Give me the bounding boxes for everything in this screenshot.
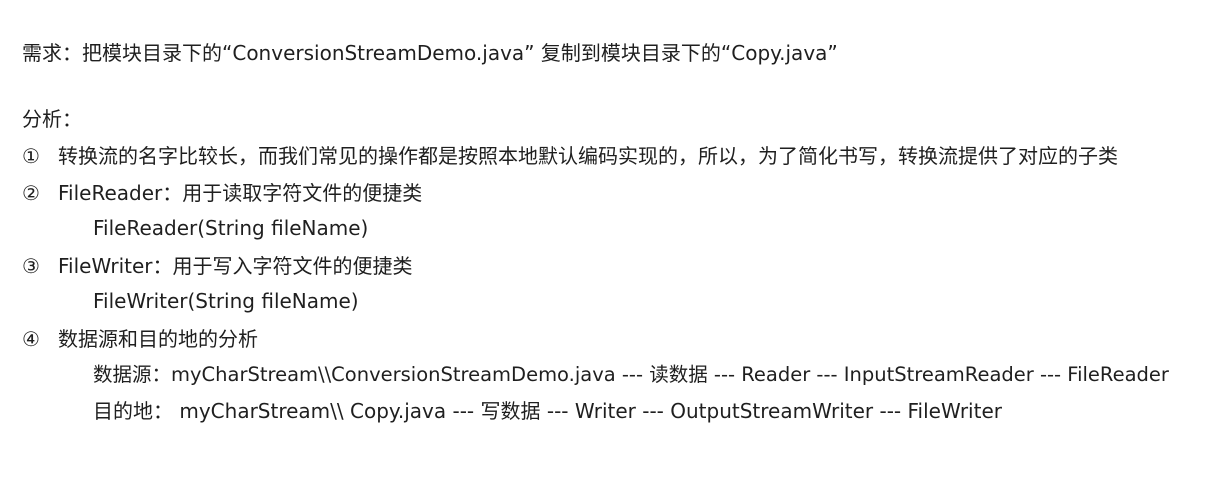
item-detail: FileWriter(String fileName)	[93, 289, 359, 313]
item-marker: ①	[22, 144, 40, 168]
analysis-item-3: ③ FileWriter：用于写入字符文件的便捷类	[22, 253, 413, 279]
analysis-item-1: ① 转换流的名字比较长，而我们常见的操作都是按照本地默认编码实现的，所以，为了简化…	[22, 143, 1118, 169]
document-page: 需求：把模块目录下的“ConversionStreamDemo.java” 复制…	[0, 0, 1231, 490]
analysis-item-4: ④ 数据源和目的地的分析	[22, 326, 258, 352]
item-marker: ②	[22, 181, 40, 205]
analysis-heading: 分析：	[22, 107, 82, 131]
item-text: 转换流的名字比较长，而我们常见的操作都是按照本地默认编码实现的，所以，为了简化书…	[58, 144, 1118, 168]
destination-line: 目的地： myCharStream\\ Copy.java --- 写数据 --…	[93, 399, 1002, 423]
requirement-text: 需求：把模块目录下的“ConversionStreamDemo.java” 复制…	[22, 41, 838, 65]
analysis-item-2: ② FileReader：用于读取字符文件的便捷类	[22, 180, 422, 206]
item-text: FileReader：用于读取字符文件的便捷类	[58, 181, 423, 205]
data-source-line: 数据源：myCharStream\\ConversionStreamDemo.j…	[93, 363, 1169, 386]
item-marker: ④	[22, 327, 40, 351]
item-marker: ③	[22, 254, 40, 278]
item-text: FileWriter：用于写入字符文件的便捷类	[58, 254, 413, 278]
item-detail: FileReader(String fileName)	[93, 216, 369, 240]
item-text: 数据源和目的地的分析	[58, 327, 258, 351]
